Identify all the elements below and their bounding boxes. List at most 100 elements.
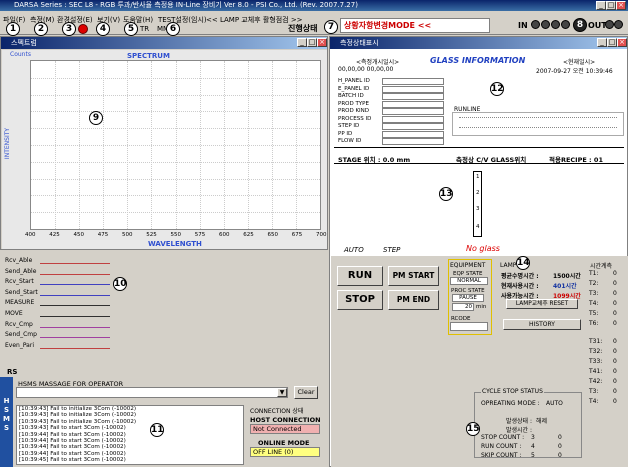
out-led-2-icon bbox=[614, 20, 623, 29]
marker-15: 15 bbox=[466, 422, 480, 436]
menu-settings[interactable]: 환경설정(E) bbox=[57, 15, 93, 25]
alarm-icon[interactable] bbox=[78, 24, 88, 34]
pm-end-button[interactable]: PM END bbox=[388, 290, 439, 310]
count-b: 0 bbox=[558, 434, 562, 441]
signal-label: Send_Cmp bbox=[5, 331, 37, 339]
chart-x-tick-label: 650 bbox=[267, 232, 279, 238]
chevron-down-icon[interactable]: ▼ bbox=[277, 388, 287, 397]
hsms-log[interactable]: [10:39:43] Fail to initialize 3Com (-100… bbox=[16, 405, 244, 465]
count-b: 0 bbox=[558, 443, 562, 450]
timer-label: T6: bbox=[589, 320, 599, 327]
hsms-message-select[interactable]: ▼ bbox=[16, 387, 288, 398]
rs-label: RS bbox=[7, 368, 18, 376]
online-mode-label: ONLINE MODE bbox=[258, 439, 310, 447]
measure-start-label: <측정개시일시> bbox=[356, 59, 400, 66]
marker-5: 5 bbox=[124, 22, 138, 36]
status-label: 진행상태 bbox=[288, 24, 318, 33]
glass-field-label: PROCESS ID bbox=[338, 115, 372, 122]
menu-test[interactable]: TEST설정(임시) bbox=[158, 15, 207, 25]
timer-value: 0 bbox=[613, 310, 617, 317]
measure-window: 측정상태표시 _ □ × <측정개시일시> 00,00,00 00,00,00 … bbox=[329, 36, 628, 467]
glass-field-value bbox=[382, 100, 444, 108]
hsms-panel: H S M S HSMS MASSAGE FOR OPERATOR ▼ Clea… bbox=[0, 377, 328, 467]
run-button[interactable]: RUN bbox=[337, 266, 383, 286]
chart-gridline-h bbox=[31, 94, 320, 96]
count-a: 3 bbox=[531, 434, 535, 441]
close-button[interactable]: × bbox=[616, 1, 626, 10]
timer-value: 0 bbox=[613, 368, 617, 375]
chart-gridline-h bbox=[31, 128, 320, 130]
timer-label: T4: bbox=[589, 398, 599, 405]
signal-line bbox=[40, 273, 110, 275]
signal-panel: Rcv_Able Send_Able Rcv_Start Send_Start MEAS… bbox=[0, 252, 328, 362]
history-button[interactable]: HISTORY bbox=[503, 319, 581, 330]
out-led-1-icon bbox=[605, 20, 614, 29]
timer-label: T2: bbox=[589, 280, 599, 287]
online-mode-value: OFF LINE (0) bbox=[250, 447, 320, 457]
chart-x-tick-label: 500 bbox=[122, 232, 133, 238]
divider bbox=[334, 147, 624, 148]
glass-info-title: GLASS INFORMATION bbox=[430, 56, 526, 65]
count-a: 4 bbox=[531, 443, 535, 450]
glass-field-label: BATCH ID bbox=[338, 93, 364, 99]
stop-button[interactable]: STOP bbox=[337, 290, 383, 310]
marker-3: 3 bbox=[62, 22, 76, 36]
host-connection-label: HOST CONNECTION bbox=[250, 416, 321, 424]
marker-6: 6 bbox=[166, 22, 180, 36]
chart-x-tick-label: 400 bbox=[25, 232, 36, 238]
slot-label: 2 bbox=[476, 190, 480, 196]
chart-x-tick-label: 550 bbox=[170, 232, 182, 238]
lamp-avg-label: 평균수명시간 : bbox=[501, 273, 539, 280]
signal-label: MOVE bbox=[5, 310, 23, 317]
chart-gridline-h bbox=[31, 212, 320, 214]
timer-value: 0 bbox=[613, 300, 617, 307]
glass-field-label: H_PANEL ID bbox=[338, 78, 370, 84]
step-label: STEP bbox=[383, 246, 401, 254]
count-b: 0 bbox=[558, 452, 562, 459]
glass-field-label: E_PANEL ID bbox=[338, 85, 370, 92]
measure-start-value: 00,00,00 00,00,00 bbox=[338, 66, 394, 73]
chart-x-tick-label: 625 bbox=[243, 232, 254, 238]
chart-ylabel: INTENSITY bbox=[4, 127, 12, 160]
measure-minimize-button[interactable]: _ bbox=[597, 38, 607, 47]
cv-slot-column: 1 2 3 4 bbox=[473, 171, 482, 237]
signal-label: Send_Start bbox=[5, 288, 38, 296]
maximize-button[interactable]: □ bbox=[606, 1, 616, 10]
chart-gridline-h bbox=[31, 178, 320, 180]
marker-2: 2 bbox=[34, 22, 48, 36]
pm-start-button[interactable]: PM START bbox=[388, 266, 439, 286]
chart-xlabel: WAVELENGTH bbox=[148, 240, 202, 248]
signal-label: Even_Pari bbox=[5, 341, 34, 349]
cycle-title: CYCLE STOP STATUS bbox=[481, 388, 544, 395]
lamp-reset-button[interactable]: LAMP교체후 RESET bbox=[506, 299, 578, 309]
timer-value: 0 bbox=[613, 358, 617, 365]
occur-time-label: 발생시간 : bbox=[506, 427, 533, 434]
out-label: OUT bbox=[588, 21, 607, 30]
occur-state-label: 발생상태 : bbox=[506, 418, 533, 425]
minimize-button[interactable]: _ bbox=[596, 1, 606, 10]
lamp-cur-value: 401시간 bbox=[553, 283, 577, 290]
chart-plot bbox=[30, 60, 321, 230]
measure-close-button[interactable]: × bbox=[617, 38, 627, 47]
clear-button[interactable]: Clear bbox=[294, 386, 318, 399]
in-led-2-icon bbox=[541, 20, 550, 29]
timer-label: T4: bbox=[589, 300, 599, 307]
spectrum-maximize-button[interactable]: □ bbox=[307, 38, 317, 47]
spectrum-minimize-button[interactable]: _ bbox=[297, 38, 307, 47]
tr-button[interactable]: TR bbox=[140, 25, 149, 33]
signal-line bbox=[40, 347, 110, 349]
chart-x-tick-label: 525 bbox=[146, 232, 157, 238]
spectrum-close-button[interactable]: × bbox=[317, 38, 327, 47]
glass-field-label: PROD TYPE bbox=[338, 100, 369, 107]
chart-gridline-h bbox=[31, 145, 320, 146]
in-led-1-icon bbox=[531, 20, 540, 29]
chart-x-tick-label: 700 bbox=[316, 232, 327, 238]
signal-line bbox=[40, 284, 110, 286]
measure-maximize-button[interactable]: □ bbox=[607, 38, 617, 47]
timer-label: T31: bbox=[589, 338, 603, 345]
log-line: [10:39:45] Fail to start 3Com (-10002) bbox=[19, 464, 243, 465]
auto-label: AUTO bbox=[344, 246, 364, 254]
spectrum-window: 스펙트럼 _ □ × Counts SPECTRUM INTENSITY 400… bbox=[0, 36, 328, 250]
marker-7: 7 bbox=[324, 20, 338, 34]
chart-x-tick-label: 450 bbox=[73, 232, 85, 238]
